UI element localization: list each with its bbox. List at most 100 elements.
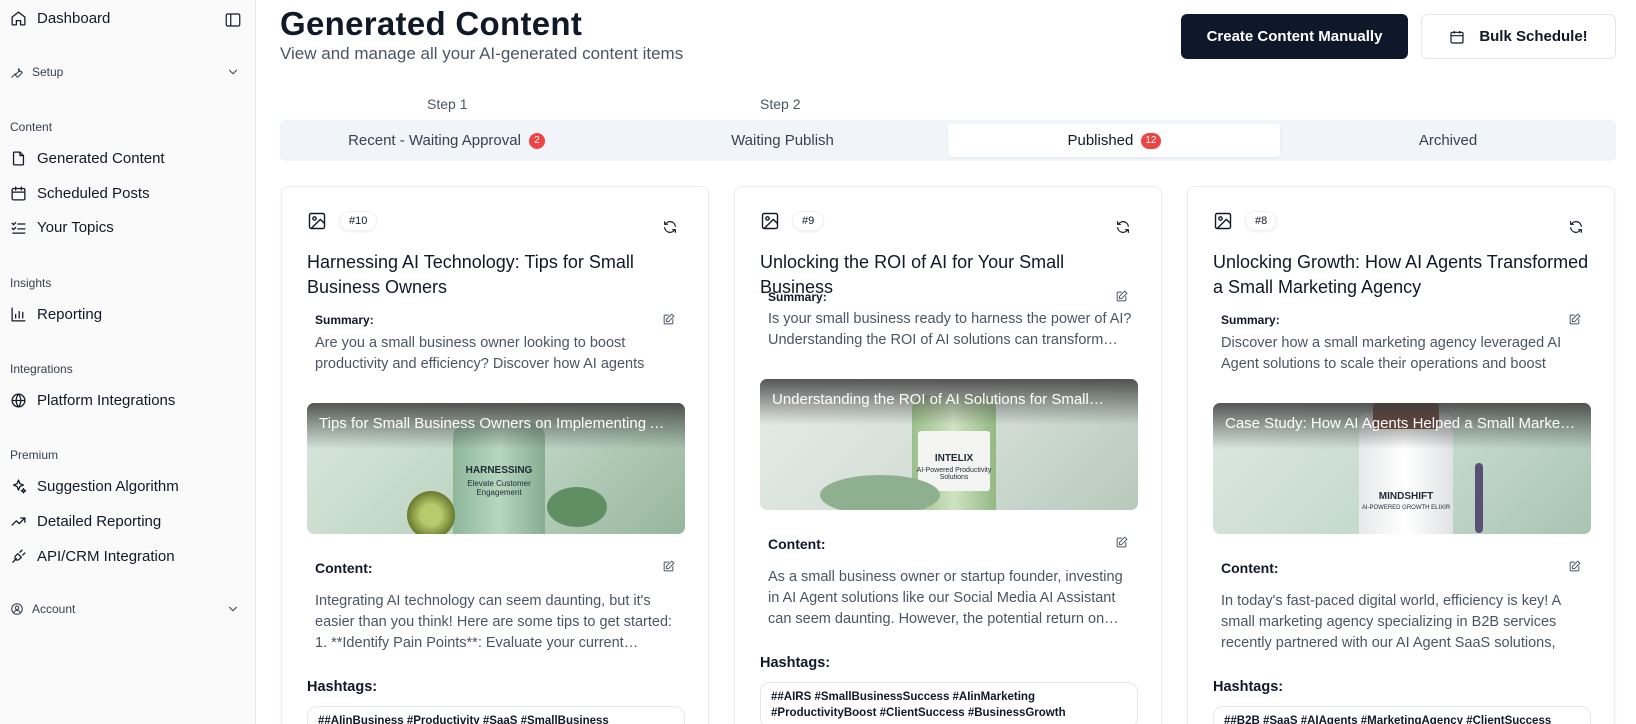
page-subtitle: View and manage all your AI-generated co… (280, 44, 684, 63)
list-checks-icon (11, 221, 26, 234)
lavender-image (1475, 463, 1483, 533)
regenerate-button[interactable] (662, 219, 678, 235)
chevron-down-icon (228, 69, 238, 75)
sidebar-item-platform-integrations[interactable]: Platform Integrations (10, 392, 175, 409)
refresh-icon (664, 221, 676, 233)
content-image[interactable]: MINDSHIFT AI-POWERED GROWTH ELIXIR Case … (1213, 403, 1591, 534)
sidebar-group-label: Setup (32, 65, 64, 79)
summary-label: Summary: (768, 290, 827, 304)
edit-icon (663, 313, 675, 325)
sidebar-group-label: Account (32, 602, 76, 616)
image-icon (761, 212, 779, 230)
regenerate-button[interactable] (1115, 219, 1131, 235)
content-status-tabs: Recent - Waiting Approval 2 Waiting Publ… (280, 120, 1616, 161)
sidebar-item-label: Platform Integrations (37, 392, 176, 409)
step-1-label: Step 1 (427, 96, 468, 112)
image-product-label: INTELIX (934, 453, 974, 464)
summary-label: Summary: (1221, 313, 1280, 327)
content-image[interactable]: INTELIX AI-Powered Productivity Solution… (760, 379, 1138, 510)
tab-published[interactable]: Published 12 (948, 124, 1280, 157)
image-product-sublabel: AI-POWERED GROWTH ELIXIR (1361, 505, 1451, 511)
refresh-icon (1570, 221, 1582, 233)
step-2-label: Step 2 (760, 96, 801, 112)
content-card: #10 Harnessing AI Technology: Tips for S… (281, 186, 709, 724)
sidebar: Dashboard Setup Content Generated Conten… (0, 0, 256, 724)
edit-summary-button[interactable] (1568, 313, 1582, 327)
sidebar-item-detailed-reporting[interactable]: Detailed Reporting (10, 513, 161, 530)
edit-icon (663, 560, 675, 572)
edit-icon (1569, 560, 1581, 572)
sidebar-item-scheduled-posts[interactable]: Scheduled Posts (10, 185, 150, 202)
content-card: #8 Unlocking Growth: How AI Agents Trans… (1187, 186, 1615, 724)
sidebar-item-label: Your Topics (37, 219, 114, 236)
count-badge: 2 (528, 132, 545, 149)
sidebar-item-label: Detailed Reporting (37, 513, 162, 530)
content-number-badge: #8 (1245, 211, 1278, 231)
sidebar-item-suggestion-algorithm[interactable]: Suggestion Algorithm (10, 478, 179, 495)
home-icon (11, 11, 26, 26)
edit-icon (1116, 536, 1128, 548)
document-icon (12, 151, 25, 166)
bulk-schedule-button[interactable]: Bulk Schedule! (1421, 14, 1616, 59)
sidebar-item-reporting[interactable]: Reporting (10, 306, 102, 323)
image-caption: Tips for Small Business Owners on Implem… (307, 403, 685, 449)
sidebar-section-premium: Premium (10, 448, 59, 462)
sidebar-item-generated-content[interactable]: Generated Content (10, 150, 165, 167)
card-header: #8 (1213, 211, 1278, 231)
bulk-schedule-label: Bulk Schedule! (1479, 28, 1588, 45)
sidebar-item-label: Reporting (37, 306, 103, 323)
regenerate-button[interactable] (1568, 219, 1584, 235)
sidebar-toggle-button[interactable] (224, 11, 242, 29)
user-circle-icon (11, 603, 23, 615)
sidebar-item-your-topics[interactable]: Your Topics (10, 219, 114, 236)
content-label: Content: (768, 536, 826, 552)
trending-up-icon (11, 517, 26, 526)
edit-content-button[interactable] (662, 560, 676, 574)
tab-label: Waiting Publish (731, 132, 834, 149)
edit-summary-button[interactable] (662, 313, 676, 327)
leaves-image (820, 475, 940, 510)
globe-icon (11, 393, 26, 408)
content-text: Integrating AI technology can seem daunt… (315, 593, 673, 651)
content-label: Content: (1221, 560, 1279, 576)
edit-content-button[interactable] (1115, 536, 1129, 550)
image-icon (308, 212, 326, 230)
edit-content-button[interactable] (1568, 560, 1582, 574)
summary-text: Discover how a small marketing agency le… (1221, 335, 1562, 372)
plug-icon (12, 549, 26, 563)
image-product-sublabel: Elevate Customer Engagement (467, 479, 531, 497)
tab-archived[interactable]: Archived (1284, 124, 1612, 157)
tab-label: Published (1067, 132, 1134, 149)
hashtags-field[interactable]: ##AIinBusiness #Productivity #SaaS #Smal… (307, 706, 685, 724)
sidebar-item-api-crm-integration[interactable]: API/CRM Integration (10, 548, 175, 565)
content-image[interactable]: HARNESSING Elevate Customer Engagement T… (307, 403, 685, 534)
sidebar-section-insights: Insights (10, 276, 52, 290)
tab-recent-waiting-approval[interactable]: Recent - Waiting Approval 2 (284, 124, 609, 157)
calendar-icon (11, 186, 26, 201)
hashtags-label: Hashtags: (1213, 679, 1284, 695)
hashtags-field[interactable]: ##B2B #SaaS #AIAgents #MarketingAgency #… (1213, 706, 1591, 724)
sidebar-group-setup[interactable]: Setup (10, 65, 240, 79)
content-number-badge: #9 (792, 211, 825, 231)
sidebar-item-label: Generated Content (37, 150, 165, 167)
sidebar-group-account[interactable]: Account (10, 602, 240, 616)
card-header: #10 (307, 211, 378, 231)
tab-waiting-publish[interactable]: Waiting Publish (620, 124, 945, 157)
edit-summary-button[interactable] (1115, 290, 1129, 304)
sidebar-section-integrations: Integrations (10, 362, 73, 376)
hashtags-label: Hashtags: (760, 655, 831, 671)
content-text: As a small business owner or startup fou… (768, 569, 1123, 627)
edit-icon (1569, 313, 1581, 325)
image-icon (1214, 212, 1232, 230)
sidebar-item-dashboard[interactable]: Dashboard (10, 10, 110, 27)
sidebar-panel-icon (225, 13, 241, 27)
content-text: In today's fast-paced digital world, eff… (1221, 593, 1561, 651)
content-number-badge: #10 (339, 211, 378, 231)
sidebar-item-label: Scheduled Posts (37, 185, 150, 202)
leaf-image (547, 487, 607, 527)
calendar-icon (1450, 30, 1464, 44)
sidebar-item-label: Suggestion Algorithm (37, 478, 179, 495)
image-product-sublabel: AI-Powered Productivity Solutions (916, 467, 992, 481)
hashtags-field[interactable]: ##AIRS #SmallBusinessSuccess #AIinMarket… (760, 682, 1138, 724)
create-content-manually-button[interactable]: Create Content Manually (1181, 14, 1408, 59)
